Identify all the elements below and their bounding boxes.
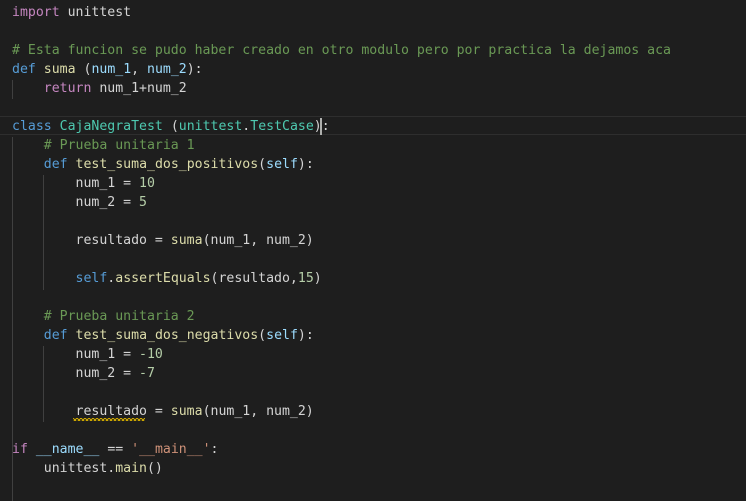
code-token: -7 <box>139 366 155 381</box>
code-token: num_2 = <box>12 195 140 210</box>
code-token: ( <box>258 328 267 343</box>
code-token: : <box>210 442 219 457</box>
code-token: (resultado, <box>210 271 298 286</box>
code-token: ( <box>162 119 179 134</box>
code-token: unittest. <box>12 461 116 476</box>
code-line: import unittest <box>12 3 131 22</box>
code-token: # Prueba unitaria 1 <box>43 138 195 153</box>
code-token: 5 <box>139 195 147 210</box>
code-token: num_2 <box>147 62 187 77</box>
code-token: num_1+num_2 <box>91 81 187 96</box>
code-line: # Esta funcion se pudo haber creado en o… <box>12 41 671 60</box>
code-token: self <box>266 157 298 172</box>
code-token: suma <box>170 404 203 419</box>
code-token: (num_1, num_2) <box>202 233 314 248</box>
code-token: self <box>266 328 298 343</box>
code-token: 15 <box>297 271 314 286</box>
code-line: unittest.main() <box>12 459 163 478</box>
code-token: suma <box>43 62 76 77</box>
code-line: num_1 = -10 <box>12 345 163 364</box>
code-token: test_suma_dos_positivos <box>75 157 259 172</box>
code-token: # Esta funcion se pudo haber creado en o… <box>12 43 671 58</box>
code-line: if __name__ == '__main__': <box>12 440 219 459</box>
code-token: def <box>12 62 36 77</box>
code-line: resultado = suma(num_1, num_2) <box>12 402 314 421</box>
code-token: ) <box>313 271 322 286</box>
code-token: num_2 = <box>12 366 140 381</box>
code-token: num_1 = <box>12 176 140 191</box>
code-token: def <box>43 157 68 172</box>
code-token: ): <box>297 157 314 172</box>
code-line: num_2 = -7 <box>12 364 155 383</box>
code-token: class <box>12 119 52 134</box>
code-token: ): <box>186 62 203 77</box>
code-line: class CajaNegraTest (unittest.TestCase): <box>12 117 330 136</box>
code-token: # Prueba unitaria 2 <box>43 309 195 324</box>
code-token: num_1 = <box>12 347 140 362</box>
code-line: def test_suma_dos_negativos(self): <box>12 326 314 345</box>
code-token: resultado = <box>12 233 171 248</box>
code-token: return <box>43 81 92 96</box>
code-token: self <box>75 271 108 286</box>
code-line: return num_1+num_2 <box>12 79 187 98</box>
code-token: -10 <box>139 347 163 362</box>
code-token: test_suma_dos_negativos <box>75 328 259 343</box>
code-token: num_1 <box>91 62 132 77</box>
code-token: , <box>131 62 148 77</box>
code-line: # Prueba unitaria 1 <box>12 136 195 155</box>
code-token: suma <box>170 233 203 248</box>
code-token: unittest <box>59 5 132 20</box>
code-token: __name__ <box>35 442 100 457</box>
code-token: ( <box>258 157 267 172</box>
code-token: assertEquals <box>115 271 211 286</box>
code-token: CajaNegraTest <box>59 119 163 134</box>
code-token: resultado = <box>12 404 171 419</box>
code-token: import <box>12 5 60 20</box>
warning-squiggle <box>73 418 145 421</box>
code-line: resultado = suma(num_1, num_2) <box>12 231 314 250</box>
code-token: ( <box>75 62 92 77</box>
code-token: 10 <box>139 176 155 191</box>
code-token: '__main__' <box>131 442 211 457</box>
code-line: def suma (num_1, num_2): <box>12 60 203 79</box>
code-token: ): <box>297 328 314 343</box>
code-token: main <box>115 461 147 476</box>
code-line: # Prueba unitaria 2 <box>12 307 195 326</box>
code-token: TestCase <box>250 119 314 134</box>
code-token: (num_1, num_2) <box>202 404 314 419</box>
text-cursor <box>320 118 322 135</box>
code-token: () <box>146 461 163 476</box>
code-token: unittest <box>178 119 243 134</box>
code-line: num_2 = 5 <box>12 193 147 212</box>
code-line: self.assertEquals(resultado,15) <box>12 269 322 288</box>
code-line: def test_suma_dos_positivos(self): <box>12 155 314 174</box>
code-editor[interactable]: import unittest # Esta funcion se pudo h… <box>0 0 746 501</box>
code-token: == <box>99 442 132 457</box>
code-line: num_1 = 10 <box>12 174 155 193</box>
code-token: if <box>12 442 28 457</box>
code-token: def <box>43 328 68 343</box>
